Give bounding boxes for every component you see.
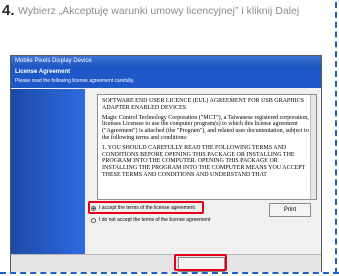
print-button[interactable]: Print — [269, 203, 311, 217]
radio-unselected-icon — [91, 217, 96, 223]
step-instruction: Wybierz „Akceptuję warunki umowy licency… — [18, 5, 300, 17]
header-title: License Agreement — [15, 69, 71, 75]
frame-border-right — [335, 2, 337, 274]
installer-header: License Agreement Please read the follow… — [11, 66, 321, 88]
license-text-box[interactable]: SOFTWARE END USER LICENCE (EUL) AGREEMEN… — [97, 94, 317, 200]
next-highlight-box — [174, 254, 227, 271]
accept-highlight-box — [88, 201, 204, 214]
license-text: SOFTWARE END USER LICENCE (EUL) AGREEMEN… — [98, 95, 316, 185]
header-subtitle: Please read the following license agreem… — [15, 78, 135, 84]
button-bar — [11, 254, 321, 272]
side-banner — [11, 89, 85, 271]
license-paragraph: SOFTWARE END USER LICENCE (EUL) AGREEMEN… — [102, 98, 304, 111]
decline-license-radio[interactable]: I do not accept the terms of the license… — [91, 215, 210, 225]
window-title: Mobile Pixels Display Device — [11, 56, 321, 66]
license-scrollbar[interactable] — [310, 95, 316, 199]
installer-window: Mobile Pixels Display Device License Agr… — [10, 55, 322, 272]
decline-license-label: I do not accept the terms of the license… — [99, 217, 211, 223]
license-paragraph: Magic Control Technology Corporation ("M… — [102, 114, 309, 141]
frame-border-bottom — [0, 272, 339, 274]
step-number: 4. — [2, 2, 15, 19]
license-paragraph: 1. YOU SHOULD CAREFULLY READ THE FOLLOWI… — [102, 144, 306, 178]
